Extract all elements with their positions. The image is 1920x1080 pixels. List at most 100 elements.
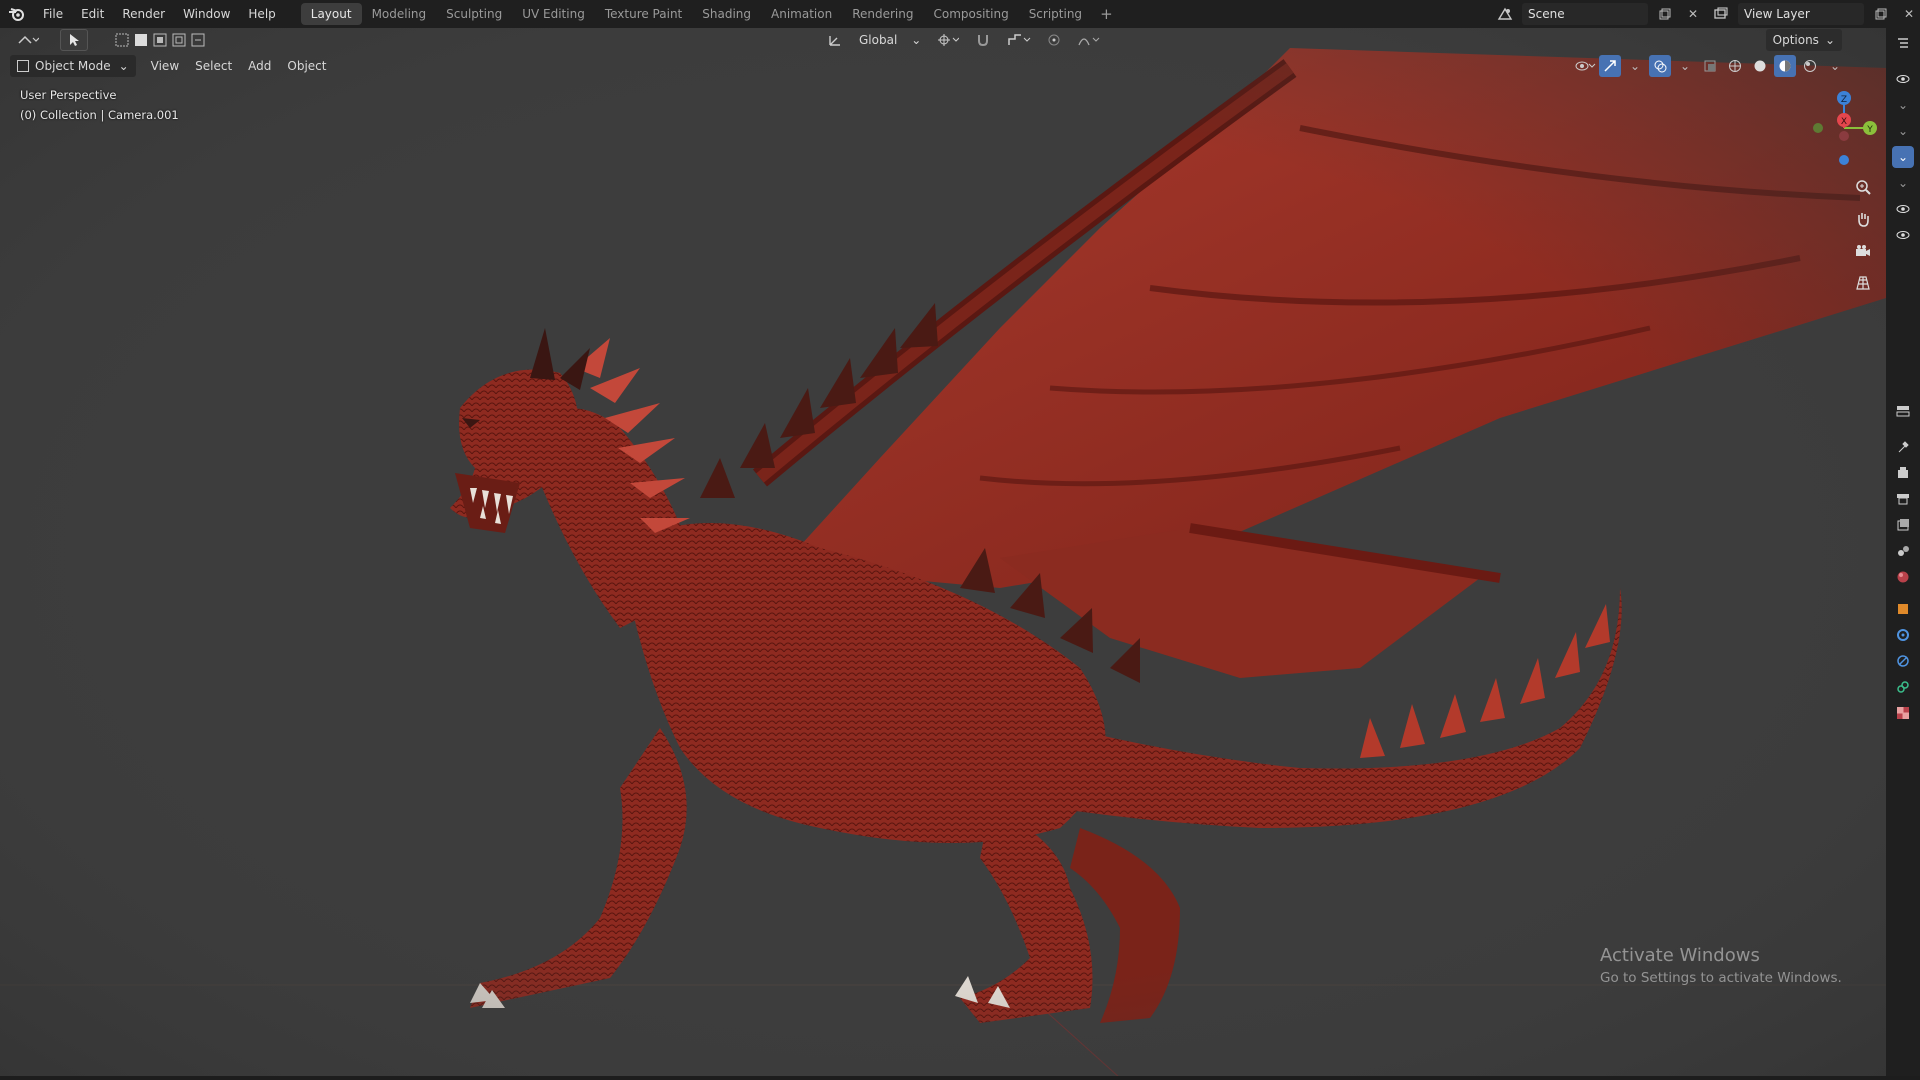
new-scene-icon[interactable]: [1654, 3, 1676, 25]
object-mode-label: Object Mode: [35, 59, 111, 73]
chevron-down-icon: ⌄: [911, 33, 922, 47]
gizmo-y-label: Y: [1866, 125, 1873, 135]
view-layer-properties-icon[interactable]: [1892, 514, 1914, 536]
object-mode-dropdown[interactable]: Object Mode ⌄: [10, 55, 136, 77]
scene-name: Scene: [1528, 7, 1565, 21]
scene-name-field[interactable]: Scene: [1522, 3, 1648, 25]
watermark-title: Activate Windows: [1600, 945, 1760, 966]
transform-orientation-dropdown[interactable]: Global ⌄: [852, 29, 928, 51]
snap-target-icon[interactable]: [1000, 29, 1038, 51]
texture-properties-icon[interactable]: [1892, 702, 1914, 724]
view-layer-name: View Layer: [1744, 7, 1810, 21]
proportional-editing-icon[interactable]: [1040, 29, 1068, 51]
overlays-toggle-icon[interactable]: [1649, 55, 1671, 77]
camera-view-icon[interactable]: [1851, 239, 1875, 263]
view-layer-icon[interactable]: [1710, 3, 1732, 25]
blender-logo-icon[interactable]: [0, 0, 34, 28]
menu-window[interactable]: Window: [174, 3, 239, 25]
new-view-layer-icon[interactable]: [1870, 3, 1892, 25]
select-tool-button[interactable]: [60, 29, 88, 51]
menu-edit[interactable]: Edit: [72, 3, 113, 25]
output-properties-icon[interactable]: [1892, 488, 1914, 510]
snap-icon[interactable]: [968, 29, 998, 51]
shading-dropdown-icon[interactable]: ⌄: [1824, 55, 1846, 77]
menu-render[interactable]: Render: [113, 3, 174, 25]
properties-tab-strip: ⌄ ⌄ ⌄ ⌄: [1886, 28, 1920, 1080]
xray-toggle-icon[interactable]: [1699, 55, 1721, 77]
select-menu[interactable]: Select: [188, 55, 239, 77]
world-properties-icon[interactable]: [1892, 566, 1914, 588]
activate-windows-watermark: Activate Windows Go to Settings to activ…: [1600, 945, 1842, 986]
transform-orientation-icon[interactable]: [820, 29, 850, 51]
falloff-icon[interactable]: [1070, 29, 1108, 51]
physics-properties-icon[interactable]: [1892, 650, 1914, 672]
overlays-dropdown-icon[interactable]: ⌄: [1674, 55, 1696, 77]
perspective-toggle-icon[interactable]: [1851, 271, 1875, 295]
collapse-chevron-icon[interactable]: ⌄: [1892, 172, 1914, 194]
chevron-down-icon: ⌄: [1824, 33, 1835, 47]
view-layer-field[interactable]: View Layer: [1738, 3, 1864, 25]
eye-icon[interactable]: [1892, 198, 1914, 220]
scene-selector-group: Scene ✕ View Layer ✕: [1494, 3, 1920, 25]
tab-sculpting[interactable]: Sculpting: [436, 3, 512, 25]
wireframe-shading-icon[interactable]: [1724, 55, 1746, 77]
add-menu[interactable]: Add: [241, 55, 278, 77]
selected-chevron-icon[interactable]: ⌄: [1892, 146, 1914, 168]
tab-rendering[interactable]: Rendering: [842, 3, 923, 25]
chevron-down-icon: ⌄: [118, 59, 129, 73]
menu-file[interactable]: File: [34, 3, 72, 25]
constraint-properties-icon[interactable]: [1892, 676, 1914, 698]
viewport-header: Object Mode ⌄ View Select Add Object ⌄ ⌄: [0, 54, 1886, 78]
main-menu: File Edit Render Window Help: [34, 3, 285, 25]
tab-modeling[interactable]: Modeling: [362, 3, 437, 25]
gizmos-dropdown-icon[interactable]: ⌄: [1624, 55, 1646, 77]
collapse-chevron-icon[interactable]: ⌄: [1892, 120, 1914, 142]
scene-icon[interactable]: [1494, 3, 1516, 25]
tab-scripting[interactable]: Scripting: [1019, 3, 1092, 25]
scene-properties-icon[interactable]: [1892, 540, 1914, 562]
delete-scene-icon[interactable]: ✕: [1682, 3, 1704, 25]
tool-properties-icon[interactable]: [1892, 436, 1914, 458]
eye-icon[interactable]: [1892, 68, 1914, 90]
delete-view-layer-icon[interactable]: ✕: [1898, 3, 1920, 25]
view-perspective-label: User Perspective: [20, 88, 117, 102]
watermark-subtitle: Go to Settings to activate Windows.: [1600, 970, 1842, 986]
material-preview-shading-icon[interactable]: [1774, 55, 1796, 77]
outliner-toggle-icon[interactable]: [1892, 32, 1914, 54]
select-mode-buttons[interactable]: [108, 29, 214, 51]
object-mode-icon: [17, 60, 29, 72]
tab-uv-editing[interactable]: UV Editing: [512, 3, 595, 25]
object-menu[interactable]: Object: [280, 55, 333, 77]
render-properties-icon[interactable]: [1892, 462, 1914, 484]
modifier-properties-icon[interactable]: [1892, 624, 1914, 646]
3d-viewport[interactable]: [0, 28, 1886, 1078]
tab-shading[interactable]: Shading: [692, 3, 761, 25]
workspace-tabs: Layout Modeling Sculpting UV Editing Tex…: [300, 0, 1121, 28]
editor-type-button[interactable]: [10, 29, 46, 51]
active-collection-label: (0) Collection | Camera.001: [20, 108, 179, 122]
tool-settings-header: Global ⌄ Options ⌄: [0, 28, 1886, 52]
tab-compositing[interactable]: Compositing: [923, 3, 1018, 25]
properties-editor-icon[interactable]: [1892, 400, 1914, 422]
solid-shading-icon[interactable]: [1749, 55, 1771, 77]
pivot-point-icon[interactable]: [930, 29, 966, 51]
add-workspace-button[interactable]: +: [1092, 5, 1121, 23]
zoom-icon[interactable]: [1851, 175, 1875, 199]
gizmos-toggle-icon[interactable]: [1599, 55, 1621, 77]
tab-texture-paint[interactable]: Texture Paint: [595, 3, 692, 25]
collapse-chevron-icon[interactable]: ⌄: [1892, 94, 1914, 116]
gizmo-z-label: Z: [1841, 95, 1847, 105]
top-menu-bar: File Edit Render Window Help Layout Mode…: [0, 0, 1920, 28]
view-menu[interactable]: View: [144, 55, 186, 77]
tab-layout[interactable]: Layout: [300, 3, 362, 25]
pan-hand-icon[interactable]: [1851, 207, 1875, 231]
visibility-selectability-icon[interactable]: [1574, 55, 1596, 77]
menu-help[interactable]: Help: [239, 3, 284, 25]
object-properties-icon[interactable]: [1892, 598, 1914, 620]
tab-animation[interactable]: Animation: [761, 3, 842, 25]
options-dropdown[interactable]: Options ⌄: [1765, 29, 1842, 51]
rendered-shading-icon[interactable]: [1799, 55, 1821, 77]
navigation-gizmo[interactable]: Z Y X: [1800, 88, 1880, 178]
eye-icon[interactable]: [1892, 224, 1914, 246]
transform-orientation-label: Global: [859, 33, 898, 47]
